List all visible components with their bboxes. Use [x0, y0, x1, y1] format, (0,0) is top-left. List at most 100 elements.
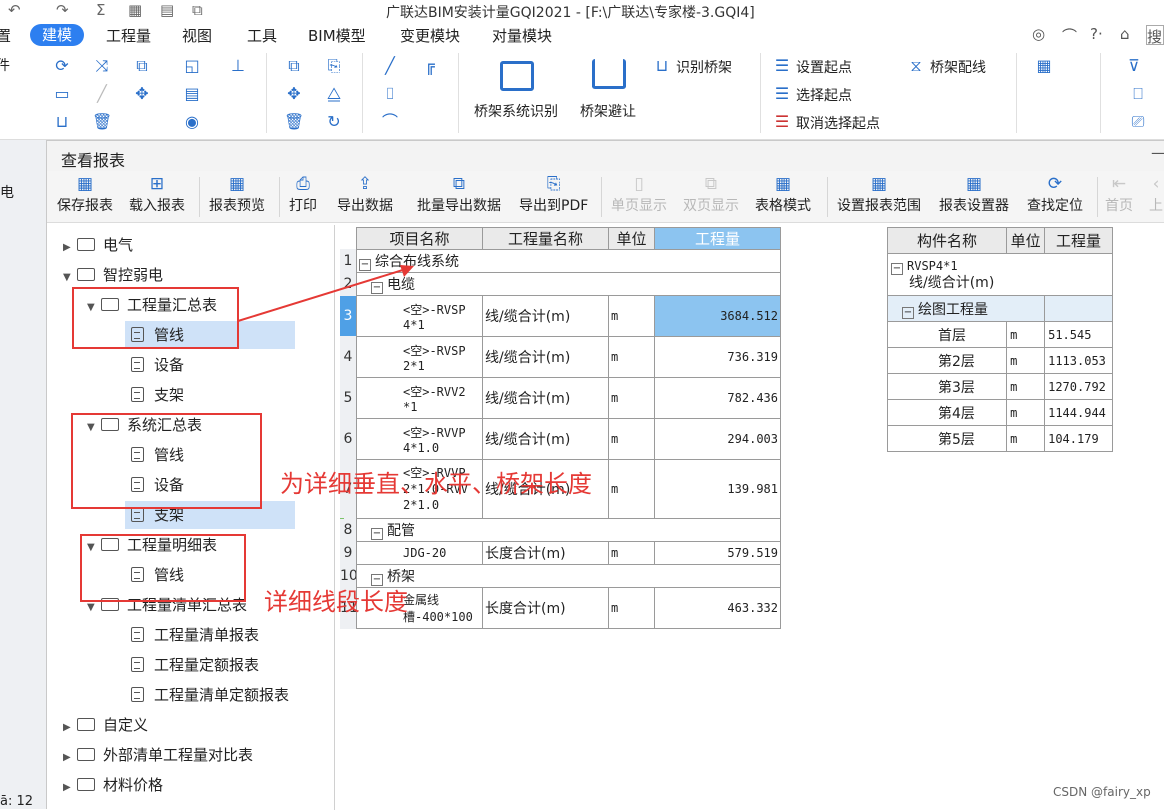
expand-arrow-icon[interactable]: ▶ [63, 714, 77, 742]
copy-icon[interactable]: ⧉ [132, 57, 152, 75]
quantity-cell[interactable]: 782.436 [654, 377, 781, 419]
export-data-button[interactable]: ⇪ 导出数据 [337, 173, 393, 221]
menu-item-change[interactable]: 变更模块 [400, 25, 460, 46]
group-row[interactable]: − 桥架 [356, 564, 781, 588]
table-icon[interactable]: ▦ [1034, 57, 1054, 75]
line-icon[interactable]: ╱ [92, 85, 112, 103]
window-icon[interactable]: ▭ [52, 85, 72, 103]
col-header-quantity[interactable]: 工程量 [1044, 227, 1113, 254]
export-pdf-button[interactable]: ⎘ 导出到PDF [519, 173, 588, 221]
floor-row[interactable]: 第3层 m 1270.792 [886, 373, 1113, 400]
grid-icon[interactable]: ▦ [128, 1, 142, 19]
search-box[interactable]: 搜 [1146, 25, 1164, 46]
col-header-qty-name[interactable]: 工程量名称 [482, 227, 609, 250]
delete-icon[interactable]: 🗑 [92, 113, 112, 131]
pipe-icon[interactable]: ⌷ [380, 85, 400, 103]
table-row[interactable]: JDG-20 长度合计(m) m 579.519 [356, 541, 781, 565]
floor-row[interactable]: 首层 m 51.545 [886, 321, 1113, 348]
first-page-button[interactable]: ⇤ 首页 [1105, 173, 1133, 221]
bridge-wiring-icon[interactable]: ⧖ [906, 57, 926, 75]
collapse-icon[interactable]: − [371, 528, 383, 540]
bridge-avoid-icon[interactable] [592, 59, 626, 89]
floor-row[interactable]: 第4层 m 1144.944 [886, 399, 1113, 426]
mirror-icon[interactable]: ⧋ [324, 85, 344, 103]
eye-icon[interactable]: ◉ [182, 113, 202, 131]
minimize-icon[interactable]: — [1151, 143, 1164, 162]
cancel-start-icon[interactable]: ☰ [772, 113, 792, 131]
prev-page-button[interactable]: ‹ 上 [1149, 173, 1163, 221]
list-icon[interactable]: ▤ [160, 1, 174, 19]
floor-row[interactable]: 第5层 m 104.179 [886, 425, 1113, 452]
col-header-quantity[interactable]: 工程量 [654, 227, 781, 250]
tree-node-quota-report[interactable]: 工程量定额报表 [131, 651, 259, 679]
table-row[interactable]: 金属线槽-400*100 长度合计(m) m 463.332 [356, 587, 781, 629]
redo-icon[interactable]: ↷ [56, 1, 69, 19]
move-icon[interactable]: ⤨ [92, 57, 112, 75]
tree-node-summary-bracket[interactable]: 支架 [131, 381, 184, 409]
tree-node-weak-current[interactable]: ▼ 智控弱电 [63, 261, 163, 289]
select-start-icon[interactable]: ☰ [772, 85, 792, 103]
menu-item-view[interactable]: 视图 [182, 25, 212, 46]
stamp-icon[interactable]: ⊥ [228, 57, 248, 75]
group-row[interactable]: − 配管 [356, 518, 781, 542]
select-start-button[interactable]: 选择起点 [796, 85, 852, 105]
set-start-icon[interactable]: ☰ [772, 57, 792, 75]
help-icon[interactable]: ?· [1090, 25, 1103, 43]
col-header-name[interactable]: 项目名称 [356, 227, 483, 250]
save-report-button[interactable]: ▦ 保存报表 [57, 173, 113, 221]
table-row[interactable]: <空>-RVVP 4*1.0 线/缆合计(m) m 294.003 [356, 418, 781, 460]
tree-node-summary-device[interactable]: 设备 [131, 351, 184, 379]
tree-node-external-compare[interactable]: ▶ 外部清单工程量对比表 [63, 741, 253, 769]
row-number[interactable]: 6 [340, 419, 356, 459]
expand-arrow-icon[interactable]: ▶ [63, 774, 77, 802]
set-start-button[interactable]: 设置起点 [796, 57, 852, 77]
single-page-button[interactable]: ▯ 单页显示 [611, 173, 667, 221]
menu-item-compare[interactable]: 对量模块 [492, 25, 552, 46]
table-row[interactable]: <空>-RVV2 *1 线/缆合计(m) m 782.436 [356, 377, 781, 419]
tree-node-electrical[interactable]: ▶ 电气 [63, 231, 133, 259]
batch-export-button[interactable]: ⧉ 批量导出数据 [417, 173, 501, 221]
layer-icon[interactable]: ⧉ [192, 1, 203, 19]
recognize-bridge-button[interactable]: 识别桥架 [676, 57, 732, 77]
draw-line-icon[interactable]: ╱ [380, 57, 400, 75]
row-number[interactable]: 4 [340, 337, 356, 377]
report-settings-button[interactable]: ▦ 报表设置器 [939, 173, 1009, 221]
bridge-avoid-button[interactable]: 桥架避让 [580, 101, 636, 121]
component-row[interactable]: − RVSP4*1 线/缆合计(m) [887, 253, 1113, 296]
user-icon[interactable]: ◎ [1032, 25, 1045, 43]
collapse-icon[interactable]: − [891, 263, 903, 275]
doc-icon[interactable]: ⎕ [1128, 85, 1148, 103]
refresh-icon[interactable]: ⟳ [52, 57, 72, 75]
move2-icon[interactable]: ✥ [284, 85, 304, 103]
tree-node-custom[interactable]: ▶ 自定义 [63, 711, 148, 739]
cross-move-icon[interactable]: ✥ [132, 85, 152, 103]
quantity-cell-selected[interactable]: 3684.512 [654, 295, 781, 337]
tree-node-material-price[interactable]: ▶ 材料价格 [63, 771, 163, 799]
menu-item-bim[interactable]: BIM模型 [308, 25, 366, 46]
sum-icon[interactable]: Σ [96, 1, 105, 19]
menu-item-tools[interactable]: 工具 [247, 25, 277, 46]
delete2-icon[interactable]: 🗑 [284, 113, 304, 131]
corner-icon[interactable]: ╔ [420, 57, 440, 75]
quantity-cell[interactable]: 294.003 [654, 418, 781, 460]
floor-row[interactable]: 第2层 m 1113.053 [886, 347, 1113, 374]
panel-icon[interactable]: ▤ [182, 85, 202, 103]
col-header-unit[interactable]: 单位 [1006, 227, 1046, 254]
tree-node-bill-report[interactable]: 工程量清单报表 [131, 621, 259, 649]
tree-node-bill-quota-report[interactable]: 工程量清单定额报表 [131, 681, 289, 709]
preview-report-button[interactable]: ▦ 报表预览 [209, 173, 265, 221]
doc-search-icon[interactable]: ⎚ [1128, 113, 1148, 131]
table-row[interactable]: <空>-RVSP 2*1 线/缆合计(m) m 736.319 [356, 336, 781, 378]
bridge-identify-icon[interactable] [500, 61, 534, 91]
shirt-icon[interactable]: ⌂ [1120, 25, 1130, 43]
row-number[interactable]: 5 [340, 378, 356, 418]
set-range-button[interactable]: ▦ 设置报表范围 [837, 173, 921, 221]
expand-arrow-icon[interactable]: ▶ [63, 234, 77, 262]
find-locate-button[interactable]: ⟳ 查找定位 [1027, 173, 1083, 221]
menu-item-modeling[interactable]: 建模 [30, 24, 85, 46]
quantity-cell[interactable]: 139.981 [654, 459, 781, 519]
quantity-cell[interactable]: 579.519 [654, 541, 781, 565]
undo-icon[interactable]: ↶ [8, 1, 21, 19]
headset-icon[interactable]: ⌒ [1062, 25, 1077, 46]
quantity-cell[interactable]: 736.319 [654, 336, 781, 378]
